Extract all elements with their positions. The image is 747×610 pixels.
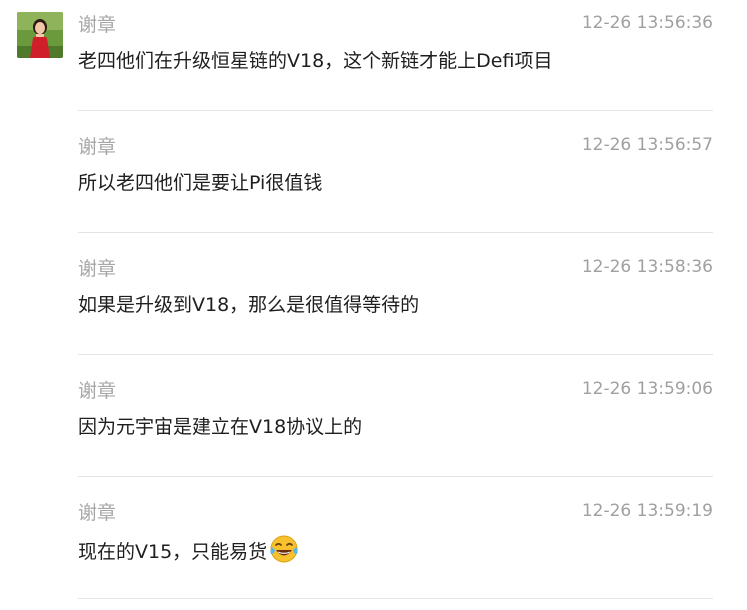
message-divider bbox=[78, 232, 713, 233]
message-divider bbox=[78, 110, 713, 111]
message-divider bbox=[78, 354, 713, 355]
tears-of-joy-emoji-icon bbox=[269, 534, 299, 573]
sender-name[interactable]: 谢章 bbox=[78, 133, 116, 161]
message-item: 谢章 12-26 13:59:06 因为元宇宙是建立在V18协议上的 bbox=[78, 366, 713, 488]
message-text: 因为元宇宙是建立在V18协议上的 bbox=[78, 416, 363, 438]
sender-name[interactable]: 谢章 bbox=[78, 255, 116, 283]
message-timestamp: 12-26 13:56:57 bbox=[581, 135, 713, 155]
message-text: 现在的V15，只能易货 bbox=[78, 541, 268, 563]
message-item: 谢章 12-26 13:56:36 老四他们在升级恒星链的V18，这个新链才能上… bbox=[78, 0, 713, 122]
message-timestamp: 12-26 13:59:06 bbox=[581, 379, 713, 399]
message-item: 谢章 12-26 13:58:36 如果是升级到V18，那么是很值得等待的 bbox=[78, 244, 713, 366]
sender-name[interactable]: 谢章 bbox=[78, 377, 116, 405]
message-text-row: 现在的V15，只能易货 bbox=[78, 534, 299, 573]
message-timestamp: 12-26 13:56:36 bbox=[581, 13, 713, 33]
sender-name[interactable]: 谢章 bbox=[78, 499, 116, 527]
avatar[interactable] bbox=[17, 12, 63, 58]
message-text: 如果是升级到V18，那么是很值得等待的 bbox=[78, 294, 420, 316]
message-item: 谢章 12-26 13:56:57 所以老四他们是要让Pi很值钱 bbox=[78, 122, 713, 244]
avatar-image bbox=[17, 12, 63, 58]
message-item: 谢章 12-26 13:59:19 现在的V15，只能易货 bbox=[78, 488, 713, 610]
sender-name[interactable]: 谢章 bbox=[78, 11, 116, 39]
message-timestamp: 12-26 13:58:36 bbox=[581, 257, 713, 277]
message-text: 老四他们在升级恒星链的V18，这个新链才能上Defi项目 bbox=[78, 50, 553, 72]
message-timestamp: 12-26 13:59:19 bbox=[581, 501, 713, 521]
message-text: 所以老四他们是要让Pi很值钱 bbox=[78, 172, 323, 194]
message-divider bbox=[78, 476, 713, 477]
